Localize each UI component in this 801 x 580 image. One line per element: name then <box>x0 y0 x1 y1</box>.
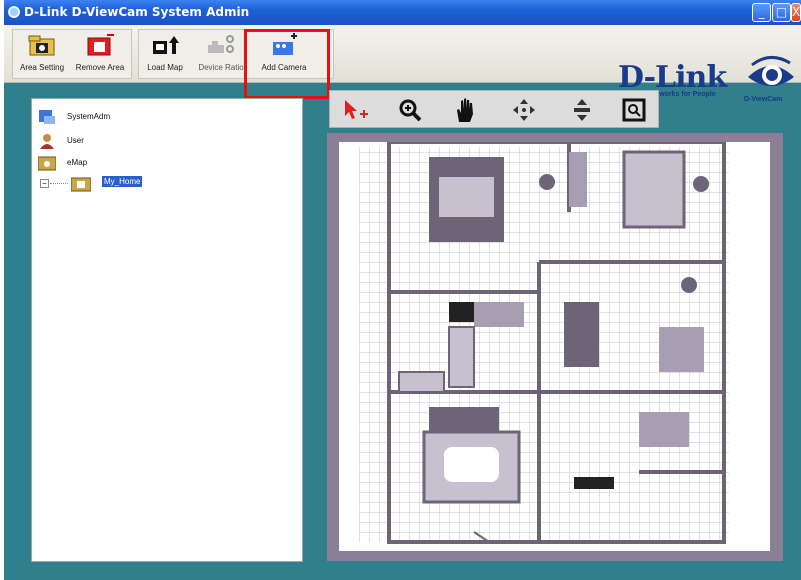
main-toolbar: Area Setting Remove Area Load Map Device… <box>4 25 801 103</box>
tree-item-label: User <box>67 136 84 145</box>
area-setting-label: Area Setting <box>19 63 65 72</box>
app-window: D-Link D-ViewCam System Admin _ □ X Area… <box>4 0 801 580</box>
load-map-icon <box>153 36 179 54</box>
device-ratio-label: Device Ratio <box>198 63 244 72</box>
zoom-in-icon[interactable] <box>396 96 424 124</box>
area-setting-button[interactable]: Area Setting <box>14 33 70 79</box>
maximize-button[interactable]: □ <box>772 3 791 22</box>
hand-icon[interactable] <box>452 96 480 124</box>
dviewcam-logo: D-ViewCam <box>742 55 800 105</box>
dviewcam-label: D-ViewCam <box>744 96 783 103</box>
dlink-logo-text: D-Link <box>618 60 727 95</box>
tree-item-label-selected: My_Home <box>102 176 143 187</box>
tree-item-user[interactable]: User <box>38 133 158 149</box>
emap-view[interactable] <box>327 133 783 561</box>
load-map-label: Load Map <box>147 63 183 72</box>
area-setting-icon <box>28 35 55 56</box>
remove-area-icon <box>87 34 114 56</box>
pointer-add-icon[interactable] <box>342 96 370 124</box>
move-arrows-icon[interactable] <box>510 96 538 124</box>
window-title: D-Link D-ViewCam System Admin <box>24 5 250 19</box>
tree-item-my-home[interactable]: − My_Home <box>40 176 180 194</box>
close-button[interactable]: X <box>791 3 801 22</box>
tree-connector <box>50 183 68 184</box>
minimize-button[interactable]: _ <box>752 3 771 22</box>
floor-plan <box>339 140 770 551</box>
remove-area-label: Remove Area <box>75 63 125 72</box>
tree-item-label: eMap <box>67 158 88 167</box>
map-node-icon <box>71 177 91 192</box>
map-toolbar <box>329 90 659 128</box>
tree-item-emap[interactable]: eMap <box>38 155 158 171</box>
emap-icon <box>38 156 56 171</box>
tree-collapse-toggle[interactable]: − <box>40 179 49 188</box>
tree-item-label: SystemAdm <box>67 112 111 121</box>
tree-item-systemadm[interactable]: SystemAdm <box>38 109 158 125</box>
add-camera-highlight <box>244 29 330 99</box>
device-tree[interactable]: SystemAdm User eMap − My_Home <box>31 98 303 562</box>
system-admin-icon <box>39 110 55 124</box>
load-map-button[interactable]: Load Map <box>142 33 188 79</box>
user-icon <box>40 134 54 149</box>
app-icon <box>8 6 20 18</box>
device-ratio-button[interactable]: Device Ratio <box>194 33 248 79</box>
title-bar[interactable]: D-Link D-ViewCam System Admin _ □ X <box>4 0 801 25</box>
remove-area-button[interactable]: Remove Area <box>70 33 130 79</box>
eye-icon <box>748 56 794 86</box>
vertical-arrows-icon[interactable] <box>568 96 596 124</box>
device-ratio-icon <box>208 35 234 53</box>
zoom-box-icon[interactable] <box>620 96 648 124</box>
floor-plan-drawing <box>339 140 770 551</box>
